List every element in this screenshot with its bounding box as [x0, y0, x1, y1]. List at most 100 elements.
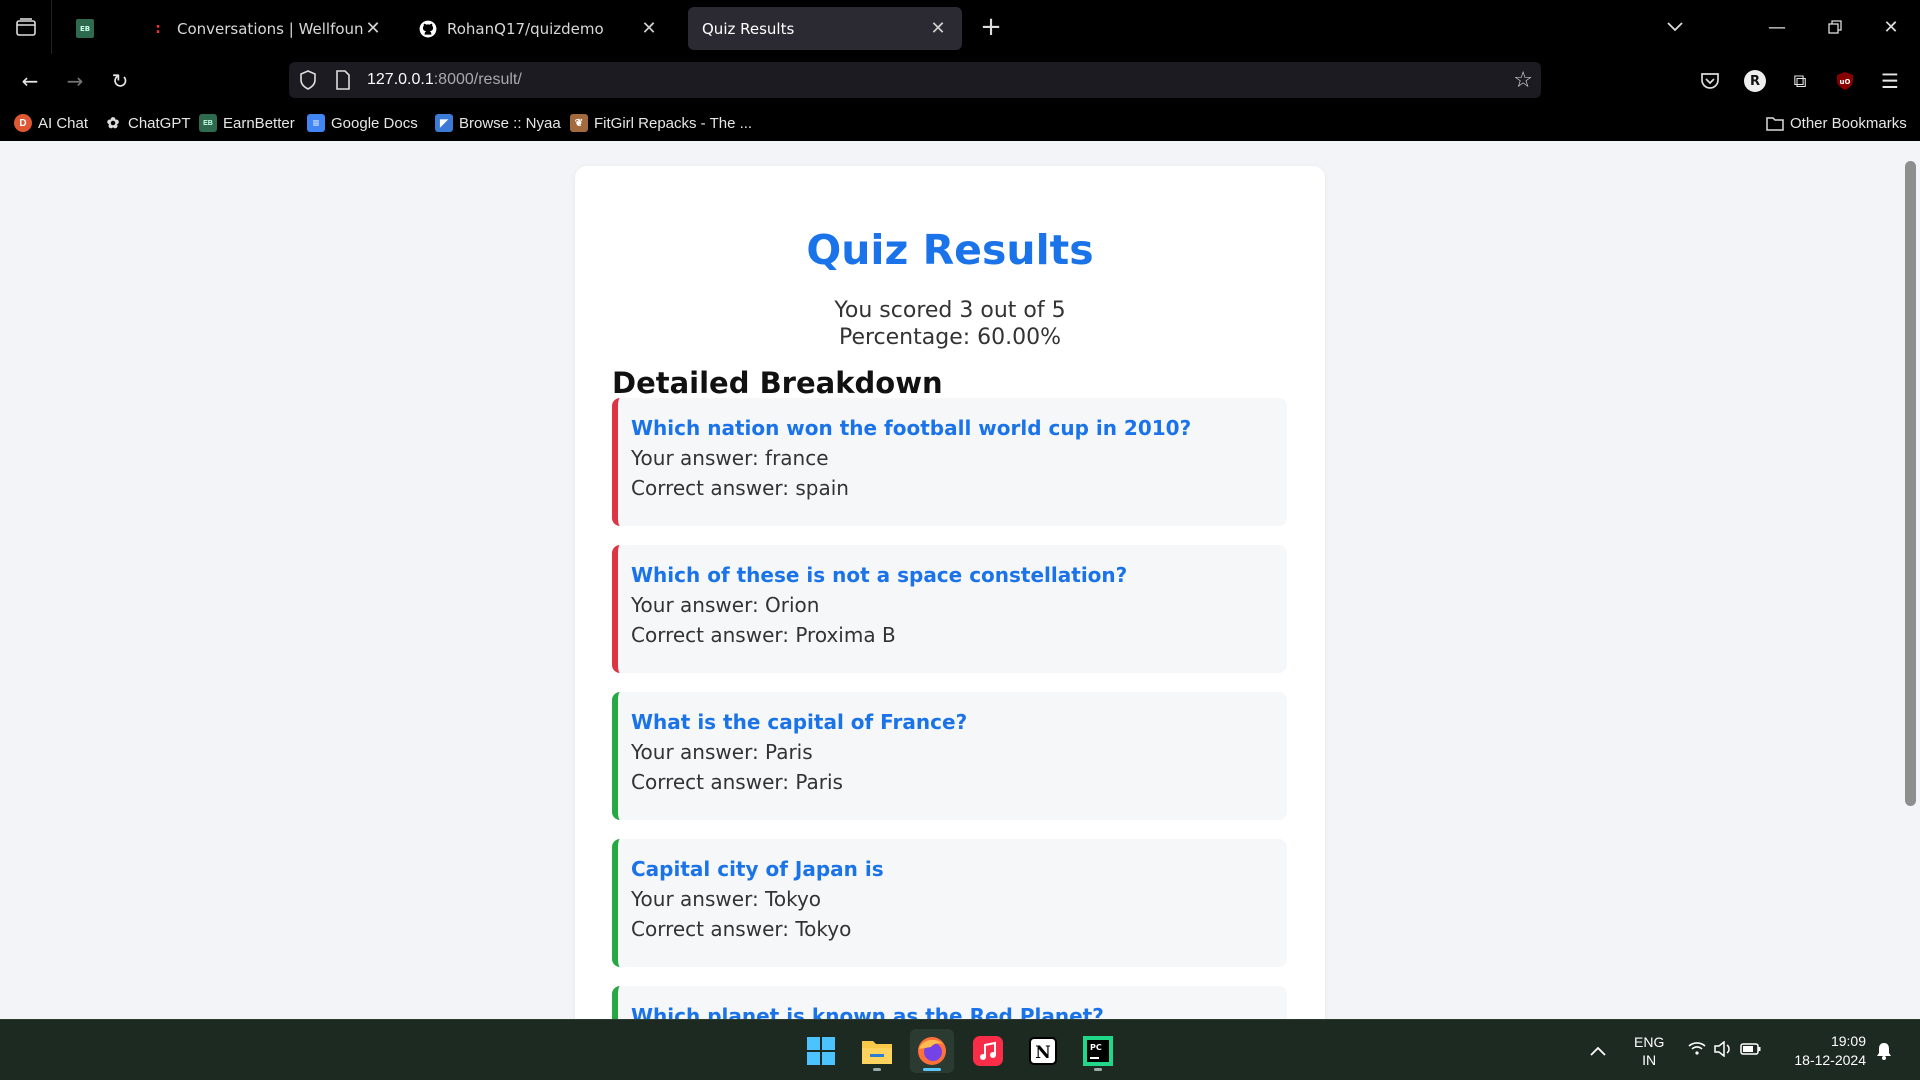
bookmark-fitgirl[interactable]: ❦ FitGirl Repacks - The ...	[570, 114, 752, 132]
bookmark-ai-chat[interactable]: D AI Chat	[14, 114, 88, 132]
minimize-button[interactable]: —	[1762, 12, 1792, 42]
tab-earnbetter[interactable]: EB	[62, 7, 122, 50]
navigation-bar: ← → ↻ 127.0.0.1:8000/result/ ☆ R ⧉ uO ☰	[0, 54, 1920, 106]
other-bookmarks[interactable]: Other Bookmarks	[1766, 114, 1907, 132]
your-answer: Your answer: france	[631, 446, 829, 470]
close-window-button[interactable]: ✕	[1876, 12, 1906, 42]
reload-button[interactable]: ↻	[105, 66, 135, 96]
arrow-right-icon: →	[66, 69, 84, 93]
bookmark-google-docs[interactable]: ≡ Google Docs	[307, 114, 418, 132]
page-title: Quiz Results	[806, 226, 1094, 274]
notion-icon: N	[1029, 1037, 1057, 1065]
question-result-card: Which planet is known as the Red Planet?	[612, 986, 1287, 1019]
percentage-summary: Percentage: 60.00%	[838, 325, 1062, 350]
tab-list-icon	[15, 18, 36, 36]
bell-icon	[1877, 1042, 1891, 1060]
pycharm-icon: PC	[1083, 1036, 1113, 1066]
tab-quiz-results[interactable]: Quiz Results ✕	[688, 7, 962, 50]
taskbar-firefox[interactable]	[910, 1029, 954, 1073]
show-hidden-icons-button[interactable]	[1590, 1020, 1606, 1080]
correct-answer: Correct answer: spain	[631, 476, 849, 500]
question-text: Which planet is known as the Red Planet?	[631, 1004, 1104, 1019]
language-indicator[interactable]: ENG IN	[1634, 1020, 1664, 1080]
tab-title: Quiz Results	[702, 19, 795, 38]
question-result-card: What is the capital of France? Your answ…	[612, 692, 1287, 820]
eb-icon: EB	[199, 114, 217, 132]
fitgirl-icon: ❦	[570, 114, 588, 132]
list-all-tabs-button[interactable]	[1660, 12, 1690, 42]
bookmark-chatgpt[interactable]: ✿ ChatGPT	[104, 114, 191, 133]
chevron-up-icon	[1590, 1046, 1606, 1056]
minimize-icon: —	[1768, 16, 1786, 38]
question-text: Capital city of Japan is	[631, 857, 884, 881]
arrow-left-icon: ←	[21, 69, 39, 93]
url-bar[interactable]: 127.0.0.1:8000/result/ ☆	[289, 62, 1541, 98]
wellfound-icon: :	[155, 20, 161, 37]
new-tab-button[interactable]: +	[978, 12, 1004, 42]
correct-answer: Correct answer: Tokyo	[631, 917, 852, 941]
question-text: What is the capital of France?	[631, 710, 968, 734]
tab-list-button[interactable]	[0, 0, 52, 54]
start-button[interactable]	[799, 1029, 843, 1073]
bookmark-earnbetter[interactable]: EB EarnBetter	[199, 114, 295, 132]
your-answer: Your answer: Tokyo	[631, 887, 822, 911]
tab-title: RohanQ17/quizdemo	[447, 19, 604, 38]
volume-icon	[1714, 1040, 1732, 1060]
windows-start-icon	[807, 1037, 835, 1065]
taskbar: N PC ENG IN 19:09 18-12-2024	[0, 1019, 1920, 1080]
page-viewport: Quiz Results You scored 3 out of 5 Perce…	[0, 141, 1920, 1019]
browser-chrome: EB : Conversations | Wellfound ✕ RohanQ1…	[0, 0, 1920, 141]
tab-github[interactable]: RohanQ17/quizdemo ✕	[405, 7, 673, 50]
folder-icon	[1766, 114, 1784, 132]
your-answer: Your answer: Orion	[631, 593, 820, 617]
close-icon[interactable]: ✕	[363, 18, 383, 39]
wifi-icon	[1688, 1041, 1706, 1060]
menu-button[interactable]: ☰	[1875, 66, 1905, 96]
taskbar-file-explorer[interactable]	[855, 1029, 899, 1073]
question-text: Which of these is not a space constellat…	[631, 563, 1128, 587]
chevron-down-icon	[1667, 22, 1683, 32]
notifications-button[interactable]	[1876, 1020, 1892, 1080]
question-result-card: Which of these is not a space constellat…	[612, 545, 1287, 673]
profile-button[interactable]: R	[1740, 66, 1770, 96]
bookmarks-bar: D AI Chat ✿ ChatGPT EB EarnBetter ≡ Goog…	[0, 106, 1920, 141]
hamburger-menu-icon: ☰	[1881, 69, 1899, 93]
url-text[interactable]: 127.0.0.1:8000/result/	[367, 71, 522, 89]
pocket-icon	[1701, 73, 1719, 89]
svg-text:N: N	[1035, 1043, 1051, 1063]
close-icon[interactable]: ✕	[639, 18, 659, 39]
pocket-button[interactable]	[1695, 66, 1725, 96]
plus-icon: +	[980, 12, 1002, 42]
taskbar-notion[interactable]: N	[1021, 1029, 1065, 1073]
bookmark-star-icon[interactable]: ☆	[1513, 68, 1533, 93]
openai-icon: ✿	[106, 115, 120, 132]
bookmark-nyaa[interactable]: ◤ Browse :: Nyaa	[435, 114, 561, 132]
forward-button[interactable]: →	[60, 66, 90, 96]
clock[interactable]: 19:09 18-12-2024	[1786, 1020, 1866, 1080]
github-icon	[419, 20, 437, 38]
svg-text:PC: PC	[1090, 1043, 1102, 1052]
svg-text:uO: uO	[1840, 78, 1851, 86]
taskbar-pycharm[interactable]: PC	[1076, 1029, 1120, 1073]
nyaa-icon: ◤	[435, 114, 453, 132]
restore-icon	[1828, 20, 1842, 34]
ublock-button[interactable]: uO	[1830, 66, 1860, 96]
correct-answer: Correct answer: Paris	[631, 770, 843, 794]
your-answer: Your answer: Paris	[631, 740, 813, 764]
tab-wellfound[interactable]: : Conversations | Wellfound ✕	[135, 7, 397, 50]
page-icon[interactable]	[335, 70, 351, 94]
reload-icon: ↻	[111, 69, 129, 93]
extensions-button[interactable]: ⧉	[1785, 66, 1815, 96]
close-icon: ✕	[1883, 16, 1899, 38]
shield-icon[interactable]	[299, 70, 317, 94]
quick-settings-button[interactable]	[1688, 1020, 1762, 1080]
restore-button[interactable]	[1820, 12, 1850, 42]
apple-music-icon	[973, 1036, 1003, 1066]
tab-title: Conversations | Wellfound	[177, 19, 363, 38]
back-button[interactable]: ←	[15, 66, 45, 96]
page-scrollbar[interactable]	[1905, 161, 1916, 806]
taskbar-apple-music[interactable]	[966, 1029, 1010, 1073]
close-icon[interactable]: ✕	[928, 18, 948, 39]
results-card: Quiz Results You scored 3 out of 5 Perce…	[575, 166, 1325, 1019]
google-docs-icon: ≡	[307, 114, 325, 132]
